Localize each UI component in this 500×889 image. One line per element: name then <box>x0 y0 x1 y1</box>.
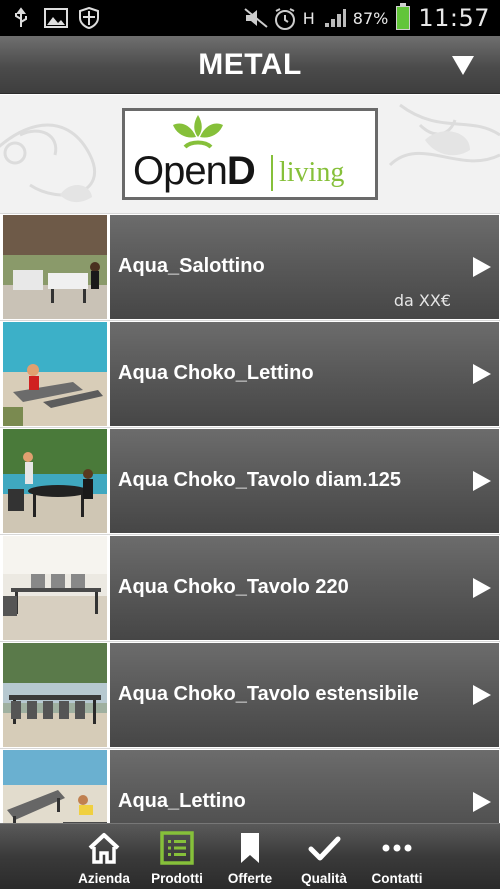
list-item-cell[interactable]: Aqua Choko_Lettino <box>110 322 499 426</box>
network-type: H <box>302 8 315 28</box>
page-title: METAL <box>198 47 302 81</box>
product-price: da XX€ <box>393 291 451 310</box>
clock: 11:57 <box>418 4 490 32</box>
product-name: Aqua Choko_Tavolo 220 <box>118 576 349 598</box>
logo-divider <box>271 155 273 191</box>
bookmark-icon <box>241 833 259 863</box>
tab-label: Qualità <box>301 871 347 886</box>
list-item[interactable]: Aqua_Salottino da XX€ <box>0 213 500 320</box>
list-item[interactable]: Aqua Choko_Tavolo diam.125 <box>0 427 500 534</box>
home-icon <box>88 833 120 864</box>
chevron-right-icon <box>473 471 491 491</box>
list-item-cell[interactable]: Aqua Choko_Tavolo diam.125 <box>110 429 499 533</box>
tab-label: Offerte <box>227 871 273 886</box>
check-icon <box>308 836 341 861</box>
product-thumbnail <box>3 536 107 640</box>
product-name: Aqua Choko_Lettino <box>118 362 314 384</box>
status-bar: H 87% 11:57 <box>0 0 500 36</box>
tab-label: Azienda <box>78 871 130 886</box>
signal-icon <box>323 7 346 29</box>
tab-offerte[interactable]: Offerte <box>213 824 287 889</box>
more-icon <box>382 844 412 852</box>
list-item-cell[interactable]: Aqua_Salottino da XX€ <box>110 215 499 319</box>
product-name: Aqua Choko_Tavolo estensibile <box>118 683 419 705</box>
chevron-right-icon <box>473 364 491 384</box>
chevron-right-icon <box>473 257 491 277</box>
chevron-right-icon <box>473 792 491 812</box>
tab-contatti[interactable]: Contatti <box>360 824 434 889</box>
product-thumbnail <box>3 429 107 533</box>
logo-living-text: living <box>279 157 345 188</box>
tab-qualita[interactable]: Qualità <box>287 824 361 889</box>
shield-icon <box>78 6 100 30</box>
logo-text: OpenD <box>133 149 256 193</box>
product-thumbnail <box>3 322 107 426</box>
chevron-right-icon <box>473 578 491 598</box>
gallery-icon <box>44 7 68 29</box>
brand-logo: OpenD living <box>122 108 378 200</box>
battery-percent: 87% <box>352 8 389 28</box>
list-item[interactable]: Aqua Choko_Tavolo estensibile <box>0 641 500 748</box>
usb-icon <box>10 7 32 29</box>
product-thumbnail <box>3 643 107 747</box>
leaf-logo-icon <box>173 115 223 149</box>
tab-azienda[interactable]: Azienda <box>67 824 141 889</box>
tab-prodotti[interactable]: Prodotti <box>140 824 214 889</box>
list-item-cell[interactable]: Aqua Choko_Tavolo 220 <box>110 536 499 640</box>
dropdown-arrow-icon[interactable] <box>452 56 474 75</box>
list-icon <box>160 831 194 865</box>
product-list: Aqua_Salottino da XX€ Aqua Choko_Lettino <box>0 213 500 855</box>
chevron-right-icon <box>473 685 491 705</box>
alarm-icon <box>273 7 295 30</box>
list-item[interactable]: Aqua Choko_Lettino <box>0 320 500 427</box>
product-thumbnail <box>3 215 107 319</box>
logo-banner: OpenD living <box>0 95 500 213</box>
bottom-tab-bar: Azienda Prodotti Offerte Qualità Contatt… <box>0 823 500 889</box>
mute-icon <box>243 7 268 29</box>
title-bar: METAL <box>0 36 500 94</box>
product-name: Aqua Choko_Tavolo diam.125 <box>118 469 402 491</box>
list-item[interactable]: Aqua Choko_Tavolo 220 <box>0 534 500 641</box>
list-item-cell[interactable]: Aqua Choko_Tavolo estensibile <box>110 643 499 747</box>
tab-label: Prodotti <box>151 871 203 886</box>
tab-label: Contatti <box>371 871 423 886</box>
product-name: Aqua_Salottino <box>118 255 265 277</box>
battery-icon <box>396 3 411 30</box>
product-name: Aqua_Lettino <box>118 790 246 812</box>
